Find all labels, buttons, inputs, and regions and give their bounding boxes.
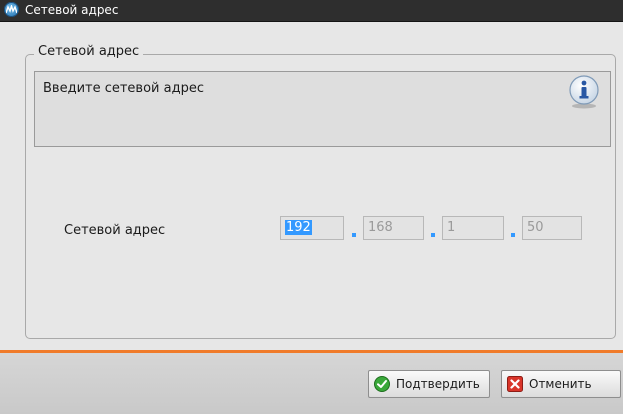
ip-octet-2-input[interactable]: 168 [363, 216, 424, 240]
ip-octet-3-input[interactable]: 1 [442, 216, 504, 240]
check-icon [374, 376, 390, 392]
cancel-label: Отменить [529, 377, 592, 391]
app-icon [4, 2, 19, 17]
ip-separator-dot [352, 233, 356, 237]
ip-octet-4-value: 50 [527, 220, 544, 235]
ip-octet-3-value: 1 [447, 220, 456, 235]
confirm-button[interactable]: Подтвердить [368, 370, 490, 398]
info-panel: Введите сетевой адрес [34, 71, 611, 147]
ip-separator-dot [511, 233, 515, 237]
title-bar: Сетевой адрес [0, 0, 623, 22]
ip-octet-1-value: 192 [285, 220, 312, 235]
group-legend: Сетевой адрес [34, 44, 144, 59]
cancel-button[interactable]: Отменить [501, 370, 621, 398]
network-address-label: Сетевой адрес [64, 223, 166, 238]
ip-separator-dot [431, 233, 435, 237]
confirm-label: Подтвердить [396, 377, 480, 391]
info-icon [569, 75, 599, 109]
ip-octet-2-value: 168 [368, 220, 393, 235]
window-title: Сетевой адрес [25, 3, 119, 17]
ip-octet-4-input[interactable]: 50 [522, 216, 582, 240]
info-text: Введите сетевой адрес [43, 81, 204, 96]
close-icon [507, 376, 523, 392]
ip-octet-1-input[interactable]: 192 [280, 216, 344, 240]
